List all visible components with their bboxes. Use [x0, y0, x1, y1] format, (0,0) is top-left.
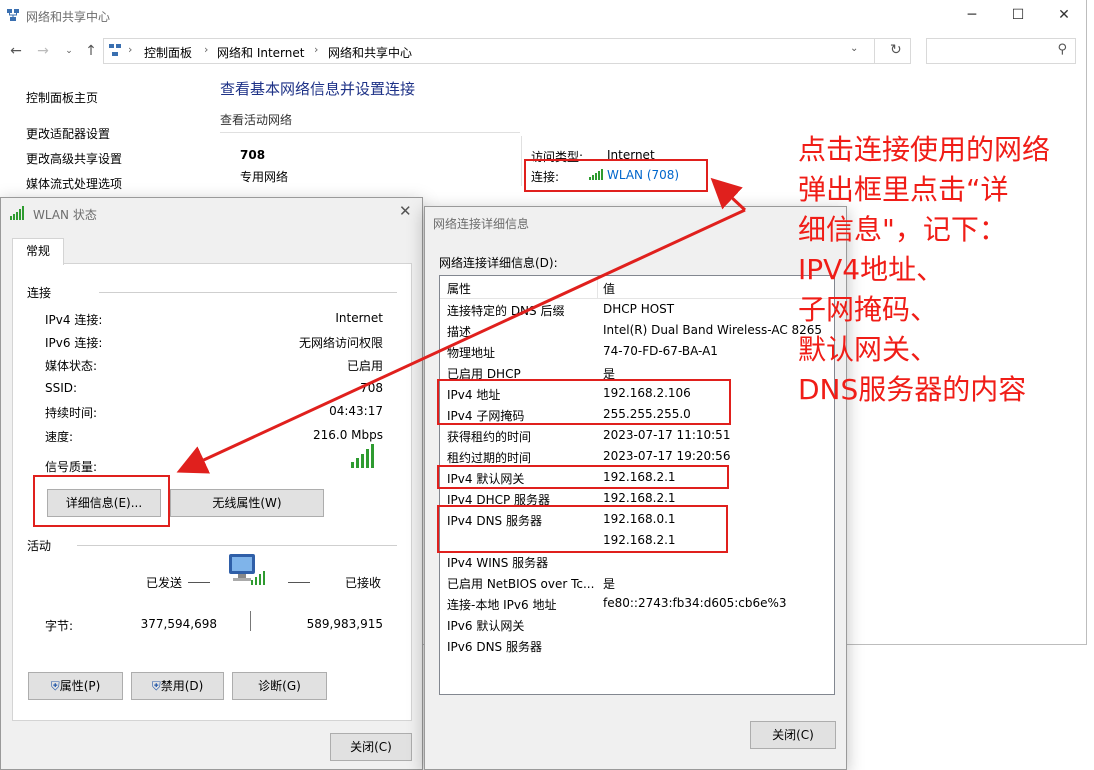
arrow-to-connection-link	[710, 177, 747, 212]
arrow-to-details-button	[176, 208, 746, 474]
annotation-instruction-text: 点击连接使用的网络 弹出框里点击“详 细信息"，记下： IPV4地址、 子网掩码…	[798, 133, 1051, 406]
tab-general[interactable]: 常规	[12, 238, 64, 265]
